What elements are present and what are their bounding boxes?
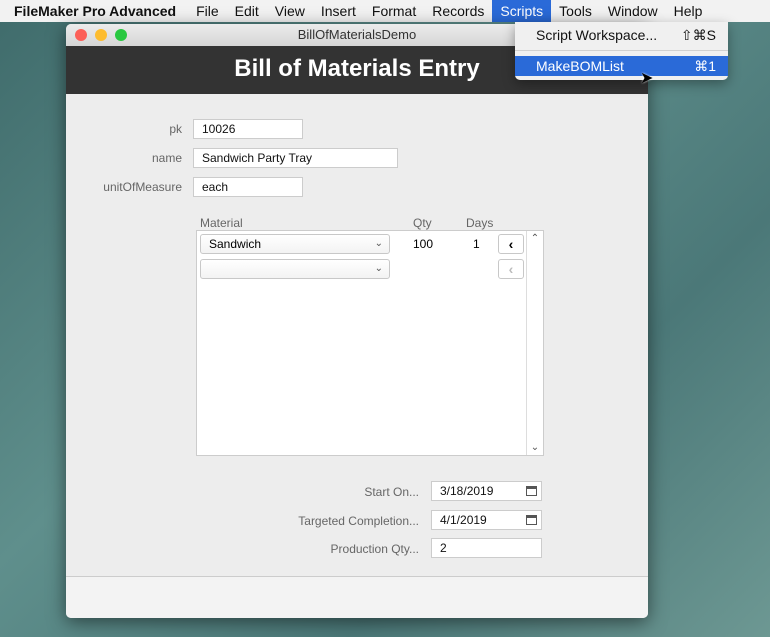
chevron-down-icon: ⌄	[374, 263, 383, 274]
menu-tools[interactable]: Tools	[551, 0, 600, 22]
menu-scripts[interactable]: Scripts	[492, 0, 552, 22]
menu-records[interactable]: Records	[424, 0, 492, 22]
window-title: BillOfMaterialsDemo	[297, 27, 417, 42]
start-date-value: 3/18/2019	[440, 484, 494, 498]
qty-value[interactable]: 100	[413, 237, 433, 251]
prod-qty-label: Production Qty...	[330, 542, 419, 556]
calendar-icon[interactable]	[526, 515, 537, 525]
scripts-menu: Script Workspace... ⇧⌘S MakeBOMList ⌘1	[515, 22, 728, 80]
menu-bar: FileMaker Pro Advanced File Edit View In…	[0, 0, 770, 22]
menu-insert[interactable]: Insert	[313, 0, 364, 22]
layout-footer	[66, 576, 648, 618]
chevron-down-icon: ⌄	[374, 238, 383, 249]
item-label: MakeBOMList	[536, 58, 624, 74]
days-header: Days	[466, 216, 494, 230]
calendar-icon[interactable]	[526, 486, 537, 496]
scroll-up-icon[interactable]: ⌃	[527, 233, 543, 244]
material-header: Material	[200, 216, 243, 230]
menu-separator	[515, 50, 728, 51]
menu-edit[interactable]: Edit	[227, 0, 267, 22]
portal-scrollbar[interactable]: ⌃ ⌄	[526, 231, 543, 455]
mouse-cursor-icon: ➤	[640, 70, 654, 87]
header-title: Bill of Materials Entry	[234, 55, 480, 82]
prod-qty-field[interactable]: 2	[431, 538, 542, 558]
move-left-button[interactable]: ‹	[498, 234, 524, 254]
material-value: Sandwich	[209, 237, 262, 251]
start-date-field[interactable]: 3/18/2019	[431, 481, 542, 501]
menu-item-script-workspace[interactable]: Script Workspace... ⇧⌘S	[515, 25, 728, 45]
pk-label: pk	[169, 122, 182, 136]
zoom-button[interactable]	[115, 29, 127, 41]
menu-view[interactable]: View	[267, 0, 313, 22]
app-menu[interactable]: FileMaker Pro Advanced	[0, 0, 188, 22]
item-shortcut: ⌘1	[694, 58, 716, 74]
start-label: Start On...	[364, 485, 419, 499]
document-window: BillOfMaterialsDemo Bill of Materials En…	[66, 24, 648, 618]
name-label: name	[151, 151, 182, 165]
close-button[interactable]	[75, 29, 87, 41]
item-label: Script Workspace...	[536, 27, 658, 43]
target-date-value: 4/1/2019	[440, 513, 487, 527]
menu-file[interactable]: File	[188, 0, 227, 22]
menu-window[interactable]: Window	[600, 0, 666, 22]
pk-field[interactable]: 10026	[193, 119, 303, 139]
menu-format[interactable]: Format	[364, 0, 424, 22]
material-dropdown-empty[interactable]: ⌄	[200, 259, 390, 279]
uom-label: unitOfMeasure	[103, 180, 182, 194]
target-label: Targeted Completion...	[298, 514, 419, 528]
days-value[interactable]: 1	[473, 237, 480, 251]
qty-header: Qty	[413, 216, 432, 230]
target-date-field[interactable]: 4/1/2019	[431, 510, 542, 530]
scroll-down-icon[interactable]: ⌄	[527, 442, 543, 453]
item-shortcut: ⇧⌘S	[680, 27, 716, 43]
material-dropdown[interactable]: Sandwich ⌄	[200, 234, 390, 254]
uom-field[interactable]: each	[193, 177, 303, 197]
minimize-button[interactable]	[95, 29, 107, 41]
menu-item-makebomlist[interactable]: MakeBOMList ⌘1	[515, 56, 728, 76]
move-left-button-disabled[interactable]: ‹	[498, 259, 524, 279]
name-field[interactable]: Sandwich Party Tray	[193, 148, 398, 168]
materials-portal: Sandwich ⌄ 100 1 ‹ ⌄ ‹ ⌃ ⌄	[196, 230, 544, 456]
menu-help[interactable]: Help	[666, 0, 711, 22]
